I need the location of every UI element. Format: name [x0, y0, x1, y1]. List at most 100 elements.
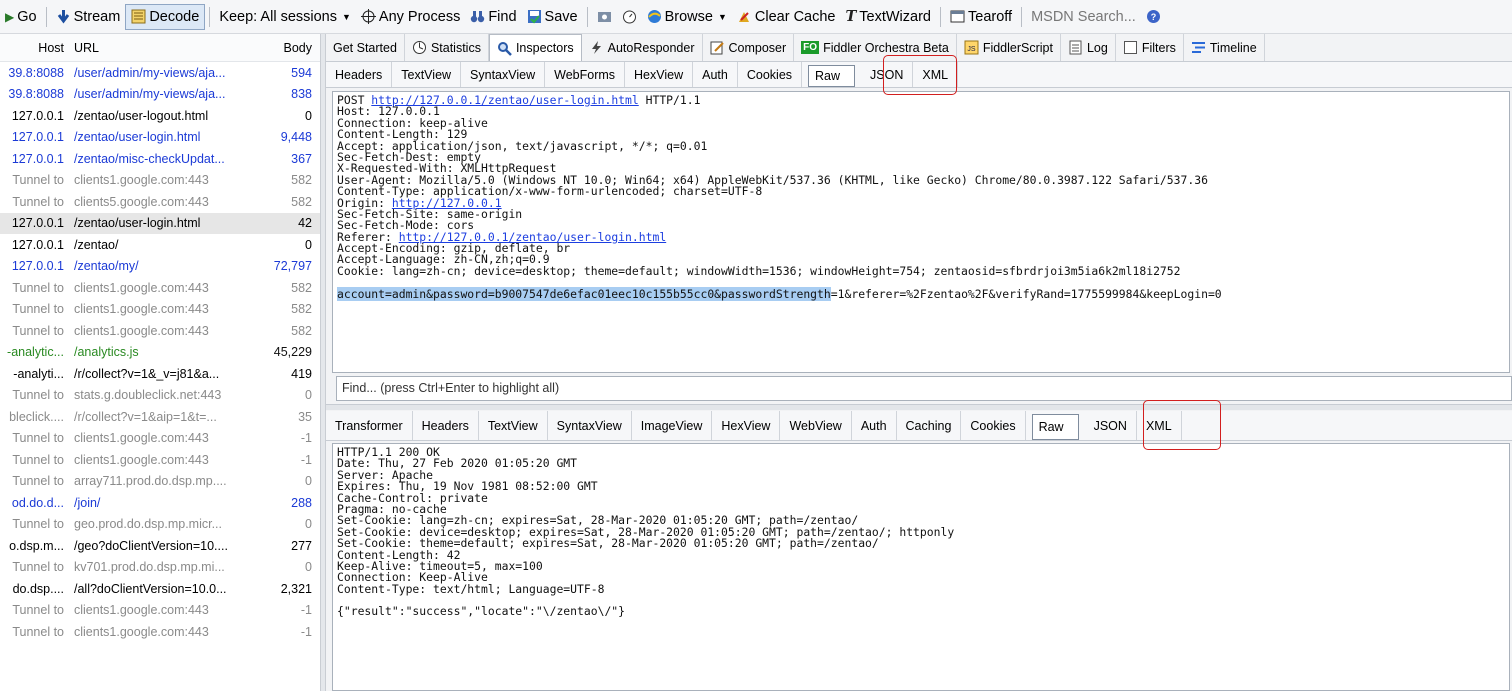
response-tab-cookies[interactable]: Cookies	[961, 411, 1026, 440]
session-url: clients1.google.com:443	[74, 280, 209, 295]
msdn-search-box[interactable]: MSDN Search...	[1026, 4, 1141, 30]
keep-sessions-dropdown[interactable]: Keep: All sessions ▼	[214, 4, 356, 30]
session-body-size: 419	[291, 366, 312, 381]
session-row[interactable]: Tunnel to clients1.google.com:443 -1	[0, 449, 320, 471]
request-raw-view[interactable]: POST http://127.0.0.1/zentao/user-login.…	[332, 91, 1510, 373]
request-tab-cookies[interactable]: Cookies	[738, 62, 803, 87]
textwizard-label: TextWizard	[859, 8, 931, 25]
session-row[interactable]: 127.0.0.1/zentao/misc-checkUpdat... 367	[0, 148, 320, 170]
browse-button[interactable]: Browse ▼	[642, 4, 732, 30]
tab-inspectors[interactable]: Inspectors	[488, 34, 582, 61]
session-row[interactable]: Tunnel to stats.g.doubleclick.net:443 0	[0, 385, 320, 407]
any-process-button[interactable]: Any Process	[356, 4, 465, 30]
decode-button[interactable]: Decode	[125, 3, 206, 30]
tab-log[interactable]: Log	[1061, 34, 1116, 61]
decode-icon	[131, 9, 146, 24]
session-row[interactable]: Tunnel to clients5.google.com:443 582	[0, 191, 320, 213]
session-body-size: 42	[298, 216, 312, 231]
request-tab-webforms[interactable]: WebForms	[545, 62, 626, 87]
find-input[interactable]: Find... (press Ctrl+Enter to highlight a…	[336, 376, 1512, 401]
session-url: clients1.google.com:443	[74, 302, 209, 317]
session-row[interactable]: o.dsp.m... /geo?doClientVersion=10.... 277	[0, 535, 320, 557]
clear-cache-button[interactable]: Clear Cache	[732, 4, 841, 30]
response-line: Keep-Alive: timeout=5, max=100	[337, 560, 1509, 572]
response-tab-syntaxview[interactable]: SyntaxView	[548, 411, 632, 440]
timer-button[interactable]	[617, 4, 642, 30]
session-row[interactable]: Tunnel to clients1.google.com:443 582	[0, 320, 320, 342]
stream-icon	[57, 10, 69, 24]
session-row[interactable]: Tunnel to clients1.google.com:443 -1	[0, 600, 320, 622]
response-line: Date: Thu, 27 Feb 2020 01:05:20 GMT	[337, 458, 1509, 469]
response-tab-headers[interactable]: Headers	[413, 411, 479, 440]
session-row[interactable]: 39.8:8088/user/admin/my-views/aja... 838	[0, 84, 320, 106]
find-button[interactable]: Find	[465, 4, 521, 30]
request-tab-headers[interactable]: Headers	[326, 62, 393, 87]
session-host: 127.0.0.1	[11, 130, 64, 145]
session-host: do.dsp....	[12, 581, 64, 596]
session-row[interactable]: od.do.d... /join/288	[0, 492, 320, 514]
response-raw-view[interactable]: HTTP/1.1 200 OK Date: Thu, 27 Feb 2020 01…	[332, 443, 1510, 691]
request-tab-textview[interactable]: TextView	[392, 62, 462, 87]
session-row[interactable]: 39.8:8088/user/admin/my-views/aja... 594	[0, 62, 320, 84]
session-url: clients1.google.com:443	[74, 603, 209, 618]
response-tab-transformer[interactable]: Transformer	[326, 411, 413, 440]
session-host: Tunnel to	[12, 280, 64, 295]
request-line: POST http://127.0.0.1/zentao/user-login.…	[337, 94, 1509, 106]
horizontal-splitter[interactable]	[326, 404, 1512, 410]
request-tab-hexview[interactable]: HexView	[625, 62, 694, 87]
tab-autoresponder[interactable]: AutoResponder	[582, 34, 703, 61]
session-row[interactable]: Tunnel to kv701.prod.do.dsp.mp.mi... 0	[0, 557, 320, 579]
session-row[interactable]: 127.0.0.1/zentao/my/72,797	[0, 256, 320, 278]
session-row[interactable]: 127.0.0.1/zentao/user-login.html 42	[0, 212, 320, 234]
tab-timeline[interactable]: Timeline	[1184, 34, 1265, 61]
tab-get-started[interactable]: Get Started	[326, 34, 405, 61]
stream-button[interactable]: Stream	[51, 4, 126, 30]
column-header-url[interactable]: URL	[70, 41, 250, 55]
keep-sessions-label: Keep: All sessions	[219, 8, 337, 25]
script-icon: JS	[964, 40, 979, 55]
request-tab-auth[interactable]: Auth	[693, 62, 738, 87]
response-tab-imageview[interactable]: ImageView	[632, 411, 713, 440]
session-row[interactable]: Tunnel to clients1.google.com:443 582	[0, 299, 320, 321]
textwizard-button[interactable]: T TextWizard	[840, 4, 936, 30]
composer-icon	[710, 40, 725, 55]
session-row[interactable]: Tunnel to clients1.google.com:443 582	[0, 170, 320, 192]
tab-label: Composer	[728, 40, 787, 55]
help-button[interactable]: ?	[1141, 4, 1166, 30]
session-row[interactable]: do.dsp.... /all?doClientVersion=10.0... 2,…	[0, 578, 320, 600]
tab-fiddlerscript[interactable]: JS FiddlerScript	[957, 34, 1061, 61]
go-button[interactable]: ▶ Go	[0, 4, 42, 30]
session-row[interactable]: bleclick.... /r/collect?v=1&aip=1&t=... 35	[0, 406, 320, 428]
session-row[interactable]: -analytic... /analytics.js 45,229	[0, 342, 320, 364]
session-row[interactable]: 127.0.0.1/zentao/user-logout.html 0	[0, 105, 320, 127]
session-row[interactable]: Tunnel to clients1.google.com:443 -1	[0, 428, 320, 450]
session-host: Tunnel to	[12, 302, 64, 317]
column-header-host[interactable]: Host	[0, 41, 70, 55]
session-row[interactable]: 127.0.0.1/zentao/0	[0, 234, 320, 256]
column-header-body[interactable]: Body	[250, 41, 316, 55]
tearoff-button[interactable]: Tearoff	[945, 4, 1017, 30]
toolbar-separator	[45, 6, 47, 27]
session-url: /user/admin/my-views/aja...	[74, 87, 226, 102]
tab-filters[interactable]: Filters	[1116, 34, 1184, 61]
response-tab-webview[interactable]: WebView	[780, 411, 852, 440]
session-row[interactable]: Tunnel to clients1.google.com:443 582	[0, 277, 320, 299]
response-tab-hexview[interactable]: HexView	[712, 411, 781, 440]
response-tab-raw[interactable]: Raw	[1031, 414, 1079, 440]
session-row[interactable]: Tunnel to array711.prod.do.dsp.mp.... 0	[0, 471, 320, 493]
tab-composer[interactable]: Composer	[703, 34, 795, 61]
response-tab-json[interactable]: JSON	[1085, 411, 1137, 440]
request-tab-raw[interactable]: Raw	[808, 65, 856, 87]
session-row[interactable]: -analyti... /r/collect?v=1&_v=j81&a... 419	[0, 363, 320, 385]
response-tab-caching[interactable]: Caching	[897, 411, 962, 440]
tab-statistics[interactable]: Statistics	[405, 34, 489, 61]
session-row[interactable]: Tunnel to geo.prod.do.dsp.mp.micr... 0	[0, 514, 320, 536]
session-row[interactable]: Tunnel to clients1.google.com:443 -1	[0, 621, 320, 643]
save-button[interactable]: Save	[522, 4, 583, 30]
session-body-size: 838	[291, 87, 312, 102]
session-row[interactable]: 127.0.0.1/zentao/user-login.html 9,448	[0, 127, 320, 149]
response-tab-textview[interactable]: TextView	[479, 411, 548, 440]
request-tab-syntaxview[interactable]: SyntaxView	[461, 62, 546, 87]
screenshot-button[interactable]	[592, 4, 617, 30]
response-tab-auth[interactable]: Auth	[852, 411, 897, 440]
